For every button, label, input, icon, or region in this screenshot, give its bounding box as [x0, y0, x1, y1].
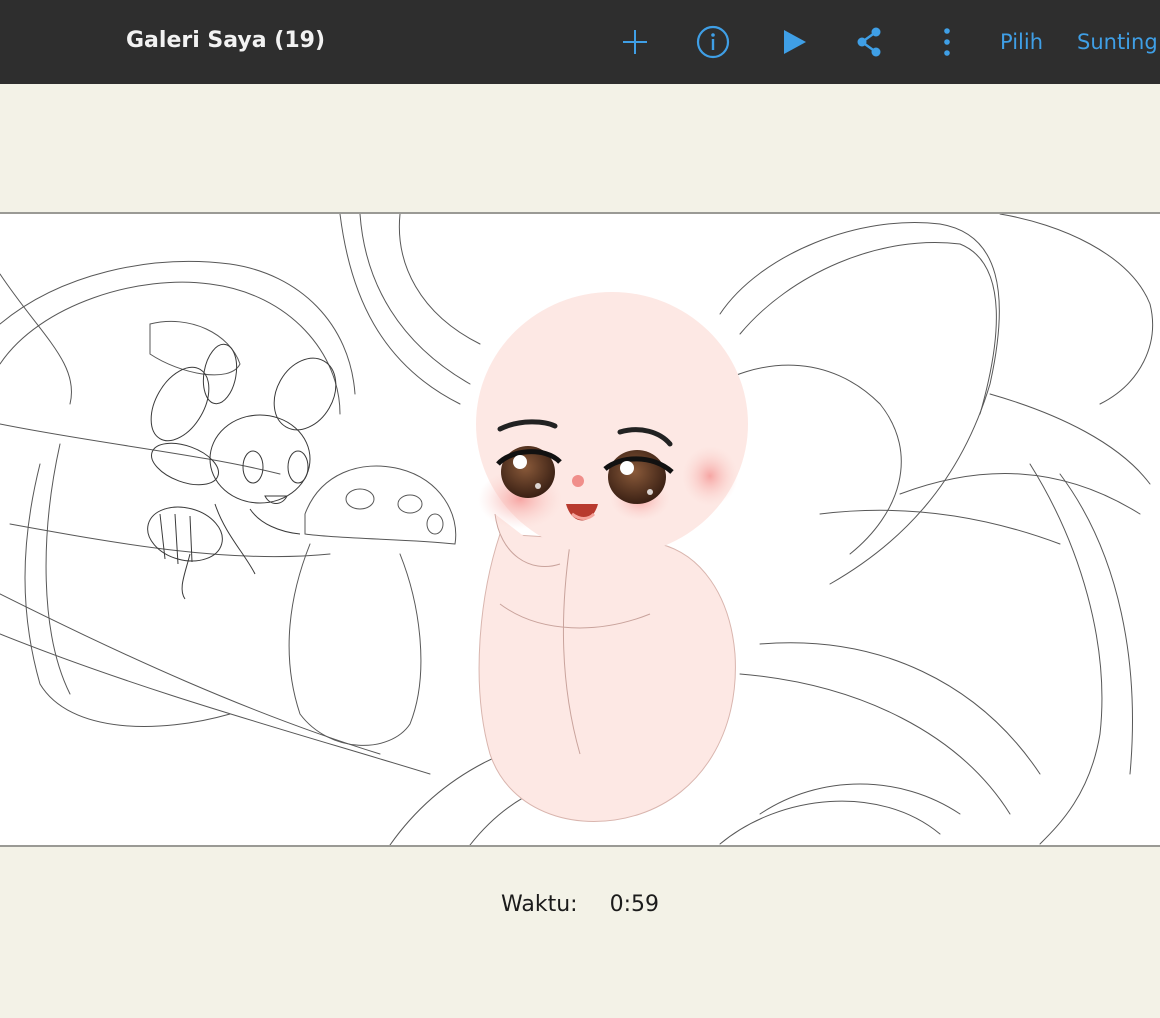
add-icon	[623, 30, 647, 54]
artwork-preview[interactable]	[0, 212, 1160, 847]
page-title: Galeri Saya (19)	[126, 28, 325, 53]
artwork-drawing	[0, 214, 1154, 845]
share-button[interactable]	[849, 22, 889, 62]
edit-button[interactable]: Sunting	[1077, 28, 1158, 56]
info-button[interactable]	[693, 22, 733, 62]
share-icon	[857, 27, 881, 57]
more-vertical-icon	[944, 28, 950, 56]
time-label: Waktu:	[501, 892, 578, 917]
play-icon	[784, 30, 806, 54]
top-toolbar: Galeri Saya (19) Pilih Sunting	[0, 0, 1160, 84]
add-button[interactable]	[615, 22, 655, 62]
time-value: 0:59	[609, 892, 659, 917]
bee-sketch	[147, 343, 337, 600]
more-button[interactable]	[927, 22, 967, 62]
character	[476, 292, 748, 822]
play-button[interactable]	[774, 22, 814, 62]
info-icon	[696, 25, 730, 59]
select-button[interactable]: Pilih	[1000, 28, 1043, 56]
time-display: Waktu: 0:59	[0, 892, 1160, 917]
